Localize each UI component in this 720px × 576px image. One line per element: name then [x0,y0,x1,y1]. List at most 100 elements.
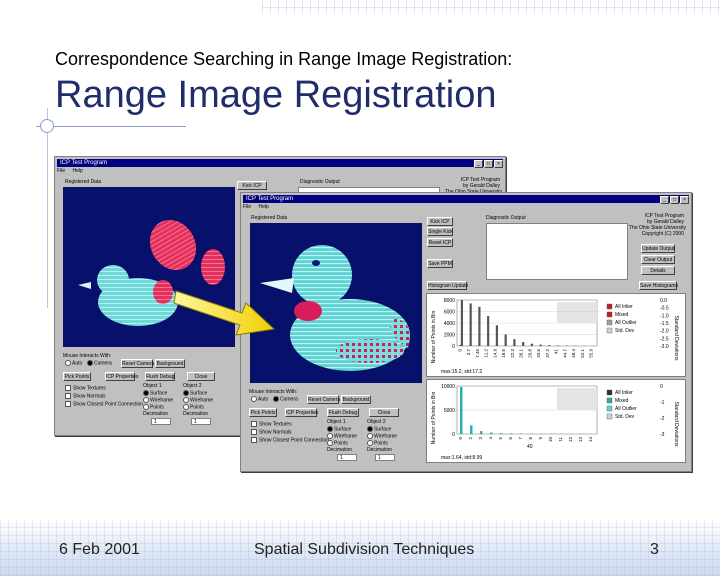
back-icp-properties-button[interactable]: ICP Properties [105,372,138,381]
back-obj1-points[interactable]: Points [143,404,164,410]
menu-file[interactable]: File [57,168,65,174]
hist1-ylabel: Number of Points in Bin [431,311,437,364]
obj2-wireframe-radio[interactable]: Wireframe [367,433,397,439]
save-histograms-button[interactable]: Save Histograms [639,281,678,290]
back-obj2-points[interactable]: Points [183,404,204,410]
kick-icp-button[interactable]: Kick ICP [427,217,453,226]
back-show-textures[interactable]: Show Textures [65,385,106,391]
save-ppm-button[interactable]: Save PPM [427,259,453,268]
hist2-legend-label: Std. Dev [615,414,635,420]
hist2-ylabel: Number of Points in Bin [431,392,437,445]
maximize-icon[interactable]: □ [484,160,493,168]
hist1-bar [495,325,499,346]
hist1-xtick: 26.1 [519,349,524,358]
back-obj2-surface[interactable]: Surface [183,390,207,396]
radio-icon [367,433,373,439]
hist1-bar [530,343,534,346]
decimation-field-1[interactable]: 1 [337,454,357,461]
hist1-y2tick: -0.5 [660,306,669,312]
close-icon[interactable]: × [680,196,689,204]
diagnostic-output-textarea[interactable] [486,223,628,280]
show-textures-checkbox[interactable]: Show Textures [251,421,292,427]
hist2-ytick: 0 [452,432,455,438]
details-button[interactable]: Details [641,266,675,275]
hist1-legend-label: Mixed [615,312,629,318]
histogram-update-button[interactable]: Histogram Update [427,281,468,290]
minimize-icon[interactable]: _ [474,160,483,168]
reset-icp-button[interactable]: Reset ICP [427,238,453,247]
hist1-bar [513,339,516,346]
show-normals-checkbox[interactable]: Show Normals [251,429,292,435]
maximize-icon[interactable]: □ [670,196,679,204]
back-background-button[interactable]: Background [155,359,185,368]
hist1-legend-swatch [606,319,613,326]
radio-camera[interactable]: Camera [273,396,298,402]
hist1-bar [522,341,525,346]
radio-auto[interactable]: Auto [251,396,268,402]
close-icon[interactable]: × [494,160,503,168]
flush-debug-button[interactable]: Flush Debug [327,408,359,417]
hist2-bar [470,425,473,434]
checkbox-icon [251,421,257,427]
back-diagnostic-label: Diagnostic Output [300,179,340,185]
single-kick-button[interactable]: Single Kick [427,227,453,236]
show-closest-checkbox[interactable]: Show Closest Point Connection [251,437,329,443]
front-window-titlebar[interactable]: ICP Test Program _ □ × [243,195,689,204]
back-kick-icp-button[interactable]: Kick ICP [237,181,267,190]
hist2-xtick: 13 [578,437,583,443]
hist1-xtick: 18.6 [501,349,506,358]
obj1-surface-radio[interactable]: Surface [327,426,351,432]
hist2-y2tick: -3 [660,432,665,438]
pick-points-button[interactable]: Pick Points [249,408,277,417]
hist2-xnote: 40 [527,444,533,450]
obj2-surface-radio[interactable]: Surface [367,426,391,432]
hist2-y2tick: 0 [660,384,663,390]
back-close-button[interactable]: Close [187,372,215,381]
slide-number: 3 [650,541,659,558]
obj1-wireframe-radio[interactable]: Wireframe [327,433,357,439]
back-decimation-field-2[interactable]: 1 [191,418,211,425]
background-button[interactable]: Background [341,395,371,404]
reset-camera-button[interactable]: Reset Camera [307,395,340,404]
menu-help[interactable]: Help [72,168,82,174]
obj1-points-radio[interactable]: Points [327,440,348,446]
back-obj2-wireframe[interactable]: Wireframe [183,397,213,403]
clear-output-button[interactable]: Clear Output [641,255,675,264]
back-window-titlebar[interactable]: ICP Test Program _ □ × [57,159,503,168]
hist2-xtick: 11 [558,437,563,442]
slide-subtitle: Correspondence Searching in Range Image … [55,49,513,69]
front-menubar: File Help [243,204,275,210]
back-decimation-field-1[interactable]: 1 [151,418,171,425]
obj2-points-radio[interactable]: Points [367,440,388,446]
radio-selected-icon [367,426,373,432]
radio-icon [183,404,189,410]
menu-file[interactable]: File [243,204,251,210]
back-flush-debug-button[interactable]: Flush Debug [145,372,175,381]
hist2-xtick: 8 [528,437,533,440]
hist1-legend-swatch [606,303,613,310]
minimize-icon[interactable]: _ [660,196,669,204]
back-show-closest[interactable]: Show Closest Point Connection [65,401,143,407]
hist2-bar [510,433,513,434]
hist2-legend-swatch [606,413,613,420]
update-output-button[interactable]: Update Output [641,244,675,253]
hist2-legend-swatch [606,389,613,396]
radio-icon [143,397,149,403]
diagnostic-output-label: Diagnostic Output [486,215,526,221]
back-show-normals[interactable]: Show Normals [65,393,106,399]
back-radio-camera[interactable]: Camera [87,360,112,366]
back-pick-points-button[interactable]: Pick Points [63,372,91,381]
back-obj1-wireframe[interactable]: Wireframe [143,397,173,403]
hist2-xtick: 14 [588,437,593,443]
histogram-panel-1: Number of Points in Bin Standard Deviati… [426,293,686,377]
back-obj1-surface[interactable]: Surface [143,390,167,396]
back-radio-auto[interactable]: Auto [65,360,82,366]
back-reset-camera-button[interactable]: Reset Camera [121,359,154,368]
decimation-field-2[interactable]: 1 [375,454,395,461]
icp-properties-button[interactable]: ICP Properties [285,408,318,417]
hist1-bar [504,334,507,346]
hist1-y2tick: -1.5 [660,321,669,327]
hist2-y2tick: -1 [660,400,665,406]
close-button[interactable]: Close [369,408,399,417]
menu-help[interactable]: Help [258,204,268,210]
